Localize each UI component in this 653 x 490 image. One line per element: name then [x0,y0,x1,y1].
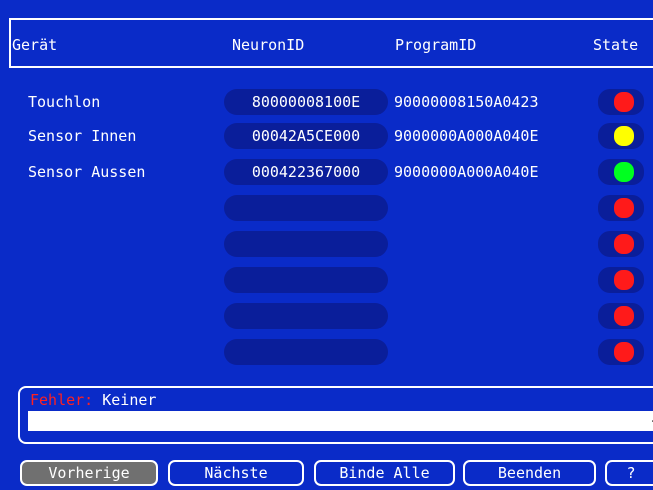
column-header-neuron-id: NeuronID [232,36,305,54]
device-row[interactable] [0,226,653,260]
error-status: Fehler: Keiner [30,391,156,409]
state-led-icon [614,342,634,362]
device-name: Sensor Aussen [28,163,146,181]
neuron-id-cell: 80000008100E [224,89,388,115]
state-cell [598,159,644,185]
quit-button[interactable]: Beenden [463,460,596,486]
device-row[interactable] [0,190,653,224]
state-led-icon [614,234,634,254]
state-led-icon [614,162,634,182]
error-label: Fehler: [30,391,94,409]
column-header-device: Gerät [12,36,58,54]
device-row[interactable]: Sensor Aussen 000422367000 9000000A000A0… [0,154,653,188]
device-row[interactable]: Sensor Innen 00042A5CE000 9000000A000A04… [0,118,653,152]
state-led-icon [614,126,634,146]
error-message-field[interactable]: → [28,411,653,431]
program-id-cell: 9000000A000A040E [394,127,539,145]
device-name: Sensor Innen [28,127,137,145]
state-cell [598,123,644,149]
neuron-id-cell [224,231,388,257]
device-manager-screen: Gerät NeuronID ProgramID State Touchlon … [0,0,653,490]
error-value: Keiner [102,391,157,409]
device-name: Touchlon [28,93,101,111]
table-header: Gerät NeuronID ProgramID State [0,0,653,88]
state-led-icon [614,198,634,218]
device-row[interactable] [0,262,653,296]
state-cell [598,231,644,257]
state-led-icon [614,270,634,290]
help-button[interactable]: ? [605,460,653,486]
bind-all-button[interactable]: Binde Alle [314,460,455,486]
next-button[interactable]: Nächste [168,460,304,486]
neuron-id-cell [224,303,388,329]
column-header-program-id: ProgramID [395,36,477,54]
header-frame [9,18,653,68]
program-id-cell: 9000000A000A040E [394,163,539,181]
state-cell [598,195,644,221]
device-row[interactable]: Touchlon 80000008100E 90000008150A0423 [0,84,653,118]
neuron-id-cell [224,267,388,293]
program-id-cell: 90000008150A0423 [394,93,539,111]
column-header-state: State [593,36,639,54]
state-cell [598,267,644,293]
neuron-id-cell [224,339,388,365]
device-row[interactable] [0,298,653,332]
neuron-id-cell: 000422367000 [224,159,388,185]
state-cell [598,89,644,115]
state-led-icon [614,92,634,112]
state-led-icon [614,306,634,326]
device-row[interactable] [0,334,653,368]
neuron-id-cell: 00042A5CE000 [224,123,388,149]
previous-button[interactable]: Vorherige [20,460,158,486]
error-panel: Fehler: Keiner → [18,386,653,444]
state-cell [598,339,644,365]
state-cell [598,303,644,329]
neuron-id-cell [224,195,388,221]
